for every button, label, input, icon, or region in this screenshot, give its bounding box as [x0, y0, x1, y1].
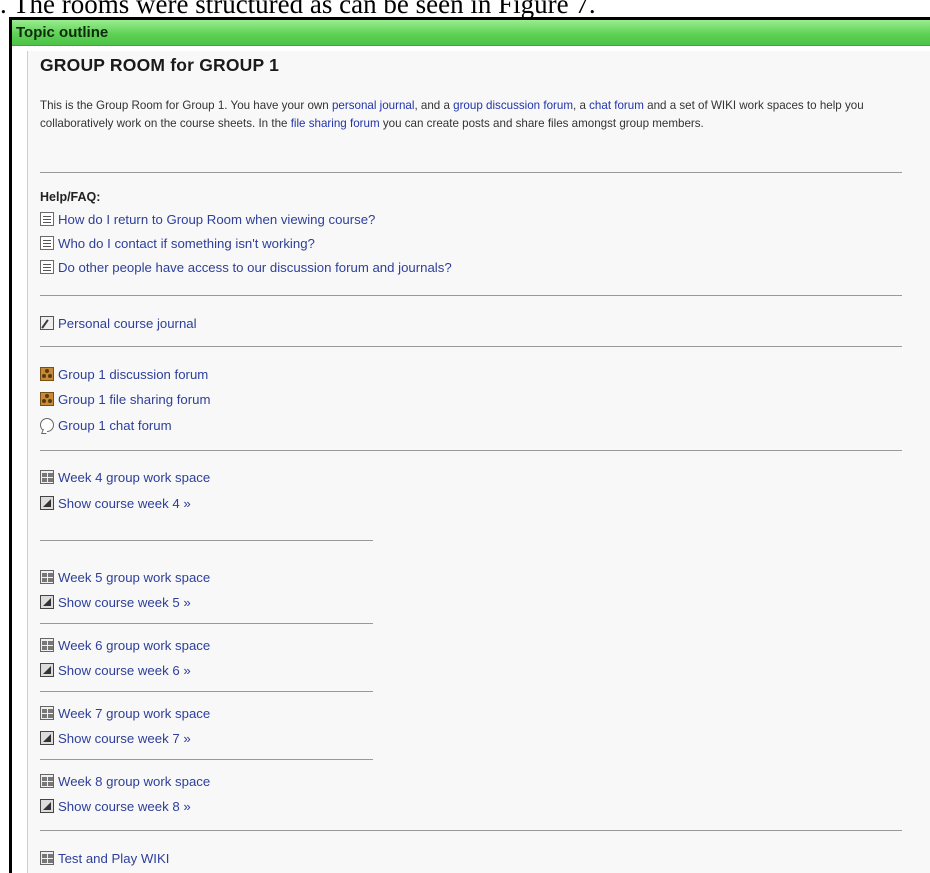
group-room-section: GROUP ROOM for GROUP 1 This is the Group… — [11, 20, 930, 873]
wiki-icon — [40, 470, 54, 484]
wiki-item[interactable]: Week 6 group work space — [40, 636, 210, 654]
wiki-item[interactable]: Week 5 group work space — [40, 568, 210, 586]
wiki-item[interactable]: Week 8 group work space — [40, 772, 210, 790]
forum-item[interactable]: Group 1 file sharing forum — [40, 390, 210, 408]
course-week-icon — [40, 496, 54, 510]
wiki-item[interactable]: Test and Play WIKI — [40, 849, 169, 867]
divider — [40, 450, 902, 451]
faq-item[interactable]: Who do I contact if something isn't work… — [40, 234, 315, 252]
course-week-item[interactable]: Show course week 8 » — [40, 797, 191, 815]
help-faq-heading: Help/FAQ: — [40, 190, 101, 204]
wiki-icon — [40, 706, 54, 720]
course-week-item[interactable]: Show course week 4 » — [40, 494, 191, 512]
journal-icon — [40, 316, 54, 330]
page-icon — [40, 212, 54, 226]
forum-icon — [40, 392, 54, 406]
divider — [40, 540, 373, 541]
personal-journal-item[interactable]: Personal course journal — [40, 314, 197, 332]
course-week-item[interactable]: Show course week 6 » — [40, 661, 191, 679]
wiki-icon — [40, 570, 54, 584]
group-discussion-forum-link[interactable]: group discussion forum — [453, 99, 573, 112]
divider — [40, 172, 902, 173]
faq-item[interactable]: How do I return to Group Room when viewi… — [40, 210, 375, 228]
chat-icon — [40, 418, 54, 432]
divider — [40, 691, 373, 692]
wiki-icon — [40, 638, 54, 652]
faq-item[interactable]: Do other people have access to our discu… — [40, 258, 452, 276]
course-week-item[interactable]: Show course week 7 » — [40, 729, 191, 747]
forum-icon — [40, 367, 54, 381]
personal-journal-link[interactable]: personal journal — [332, 99, 415, 112]
wiki-icon — [40, 851, 54, 865]
forum-item[interactable]: Group 1 discussion forum — [40, 365, 208, 383]
divider — [40, 295, 902, 296]
chat-forum-link[interactable]: chat forum — [589, 99, 644, 112]
section-title: GROUP ROOM for GROUP 1 — [40, 55, 280, 75]
course-week-icon — [40, 731, 54, 745]
divider — [40, 346, 902, 347]
course-week-item[interactable]: Show course week 5 » — [40, 593, 191, 611]
wiki-icon — [40, 774, 54, 788]
wiki-item[interactable]: Week 7 group work space — [40, 704, 210, 722]
intro-text: This is the Group Room for Group 1. You … — [40, 99, 864, 130]
course-week-icon — [40, 799, 54, 813]
wiki-item[interactable]: Week 4 group work space — [40, 468, 210, 486]
file-sharing-forum-link[interactable]: file sharing forum — [291, 117, 380, 130]
divider — [40, 623, 373, 624]
page-icon — [40, 236, 54, 250]
course-week-icon — [40, 595, 54, 609]
divider — [40, 830, 902, 831]
page-icon — [40, 260, 54, 274]
divider — [40, 759, 373, 760]
course-week-icon — [40, 663, 54, 677]
chat-item[interactable]: Group 1 chat forum — [40, 416, 172, 434]
